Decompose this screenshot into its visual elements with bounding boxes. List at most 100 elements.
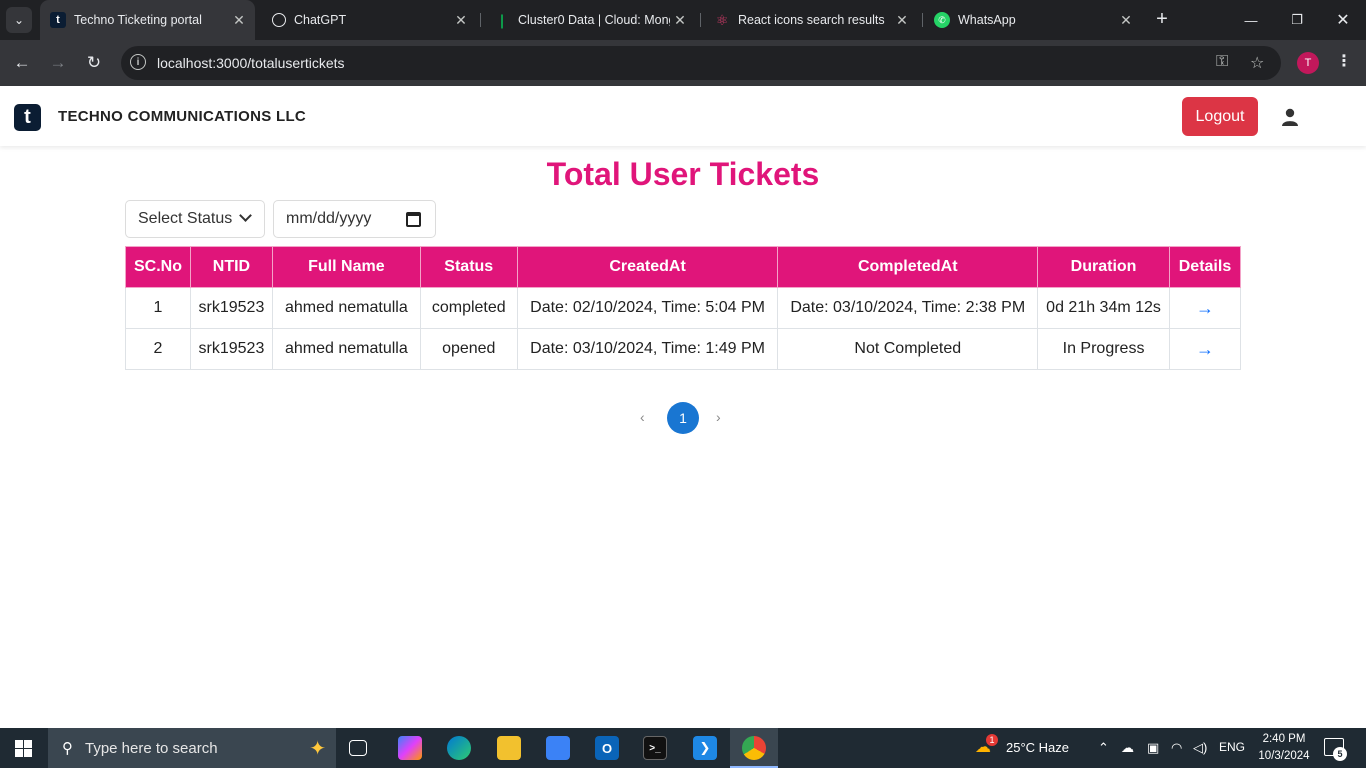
microsoft-store-icon[interactable] xyxy=(546,736,570,760)
next-page-button[interactable]: › xyxy=(716,409,721,425)
tab-mongodb[interactable]: ❘ Cluster0 Data | Cloud: MongoDB ✕ xyxy=(484,0,696,40)
copilot-icon[interactable] xyxy=(398,736,422,760)
cell-full-name: ahmed nematulla xyxy=(271,287,421,329)
cell-completed-at: Date: 03/10/2024, Time: 2:38 PM xyxy=(777,287,1039,329)
date-filter-input[interactable]: mm/dd/yyyy xyxy=(273,200,436,238)
logout-button[interactable]: Logout xyxy=(1182,97,1258,136)
search-placeholder: Type here to search xyxy=(85,739,218,757)
cell-duration: In Progress xyxy=(1037,328,1170,370)
outlook-icon[interactable]: O xyxy=(595,736,619,760)
status-select[interactable]: Select Status xyxy=(125,200,265,238)
tab-title: React icons search results xyxy=(738,13,885,27)
password-key-icon[interactable]: ⚿ xyxy=(1216,53,1228,71)
current-page-button[interactable]: 1 xyxy=(667,402,699,434)
browser-menu-icon[interactable]: ⋮ xyxy=(1336,51,1352,71)
cell-status: opened xyxy=(419,328,518,370)
header-sc-no: SC.No xyxy=(125,246,191,288)
details-arrow-icon[interactable]: → xyxy=(1196,339,1214,359)
copilot-sparkle-icon[interactable]: ✦ xyxy=(309,736,326,761)
language-indicator[interactable]: ENG xyxy=(1219,740,1245,754)
pagination: ‹ 1 › xyxy=(0,402,1366,434)
close-tab-icon[interactable]: ✕ xyxy=(451,12,471,29)
profile-avatar[interactable]: T xyxy=(1297,52,1319,74)
whatsapp-icon: ✆ xyxy=(934,12,950,28)
cell-created-at: Date: 02/10/2024, Time: 5:04 PM xyxy=(516,287,779,329)
header-created-at: CreatedAt xyxy=(516,246,779,288)
header-details: Details xyxy=(1168,246,1242,288)
back-button[interactable]: ← xyxy=(10,51,34,75)
react-icon: ⚛ xyxy=(715,11,729,28)
weather-badge: 1 xyxy=(986,734,998,746)
cell-full-name: ahmed nematulla xyxy=(271,328,421,370)
app-page: t TECHNO COMMUNICATIONS LLC Logout Total… xyxy=(0,86,1366,728)
tab-techno-ticketing[interactable]: t Techno Ticketing portal ✕ xyxy=(40,0,255,40)
vscode-icon[interactable]: ❯ xyxy=(693,736,717,760)
close-tab-icon[interactable]: ✕ xyxy=(1116,12,1136,29)
browser-tab-bar: ⌄ t Techno Ticketing portal ✕ ChatGPT ✕ … xyxy=(0,0,1366,40)
tab-title: Techno Ticketing portal xyxy=(74,13,202,27)
close-tab-icon[interactable]: ✕ xyxy=(670,12,690,29)
cell-sc-no: 1 xyxy=(125,287,191,329)
site-info-icon[interactable]: i xyxy=(130,54,146,70)
edge-browser-icon[interactable] xyxy=(447,736,471,760)
cell-details: → xyxy=(1168,287,1242,329)
close-tab-icon[interactable]: ✕ xyxy=(229,12,249,29)
tab-title: WhatsApp xyxy=(958,13,1016,27)
header-full-name: Full Name xyxy=(271,246,421,288)
url-text[interactable]: localhost:3000/totalusertickets xyxy=(157,55,345,71)
company-logo[interactable]: t xyxy=(14,104,41,131)
browser-toolbar: ← → ↻ i localhost:3000/totalusertickets … xyxy=(0,40,1366,86)
cell-created-at: Date: 03/10/2024, Time: 1:49 PM xyxy=(516,328,779,370)
search-icon: ⚲ xyxy=(62,740,73,757)
terminal-icon[interactable]: >_ xyxy=(643,736,667,760)
tab-search-button[interactable]: ⌄ xyxy=(6,7,32,33)
file-explorer-icon[interactable] xyxy=(497,736,521,760)
cell-completed-at: Not Completed xyxy=(777,328,1039,370)
chevron-down-icon xyxy=(239,209,252,222)
table-row: 2 srk19523 ahmed nematulla opened Date: … xyxy=(125,328,1242,370)
reload-button[interactable]: ↻ xyxy=(82,51,106,75)
page-title: Total User Tickets xyxy=(546,156,820,192)
new-tab-button[interactable]: + xyxy=(1151,8,1173,30)
tab-title: Cluster0 Data | Cloud: MongoDB xyxy=(518,13,670,27)
header-status: Status xyxy=(419,246,518,288)
date-placeholder: mm/dd/yyyy xyxy=(286,210,372,227)
header-completed-at: CompletedAt xyxy=(777,246,1039,288)
calendar-icon[interactable] xyxy=(406,212,421,227)
user-icon[interactable] xyxy=(1281,108,1299,126)
windows-start-icon[interactable] xyxy=(15,740,32,757)
tab-chatgpt[interactable]: ChatGPT ✕ xyxy=(262,0,477,40)
header-ntid: NTID xyxy=(189,246,273,288)
tab-separator xyxy=(480,13,481,27)
details-arrow-icon[interactable]: → xyxy=(1196,298,1214,318)
chatgpt-icon xyxy=(272,13,286,27)
tab-separator xyxy=(700,13,701,27)
close-tab-icon[interactable]: ✕ xyxy=(892,12,912,29)
bookmark-star-icon[interactable]: ☆ xyxy=(1250,53,1264,73)
forward-button[interactable]: → xyxy=(46,51,70,75)
wifi-icon[interactable]: ◠ xyxy=(1171,740,1182,756)
table-header-row: SC.No NTID Full Name Status CreatedAt Co… xyxy=(125,246,1242,288)
tab-separator xyxy=(922,13,923,27)
chevron-up-icon[interactable]: ⌃ xyxy=(1098,740,1109,756)
windows-taskbar: ⚲ Type here to search ✦ O >_ ❯ ☁ 1 25°C … xyxy=(0,728,1366,768)
weather-text[interactable]: 25°C Haze xyxy=(1006,740,1069,755)
volume-icon[interactable]: ◁) xyxy=(1193,740,1207,756)
tab-whatsapp[interactable]: ✆ WhatsApp ✕ xyxy=(924,0,1142,40)
system-clock[interactable]: 2:40 PM 10/3/2024 xyxy=(1256,731,1312,765)
meet-icon[interactable]: ▣ xyxy=(1147,740,1159,756)
mongodb-leaf-icon: ❘ xyxy=(496,11,508,28)
app-navbar: t TECHNO COMMUNICATIONS LLC Logout xyxy=(0,86,1366,146)
close-window-button[interactable]: ✕ xyxy=(1320,0,1366,40)
previous-page-button[interactable]: ‹ xyxy=(640,409,645,425)
tickets-table: SC.No NTID Full Name Status CreatedAt Co… xyxy=(125,246,1242,370)
task-view-icon[interactable] xyxy=(349,740,367,756)
tab-react-icons[interactable]: ⚛ React icons search results ✕ xyxy=(704,0,918,40)
onedrive-cloud-icon[interactable]: ☁ xyxy=(1121,740,1134,756)
taskbar-search-box[interactable]: ⚲ Type here to search ✦ xyxy=(48,728,336,768)
clock-time: 2:40 PM xyxy=(1262,733,1306,745)
minimize-button[interactable]: — xyxy=(1228,0,1274,40)
address-bar[interactable]: i localhost:3000/totalusertickets ⚿ ☆ xyxy=(121,46,1281,80)
t-logo-icon: t xyxy=(50,12,66,28)
restore-button[interactable]: ❐ xyxy=(1274,0,1320,40)
